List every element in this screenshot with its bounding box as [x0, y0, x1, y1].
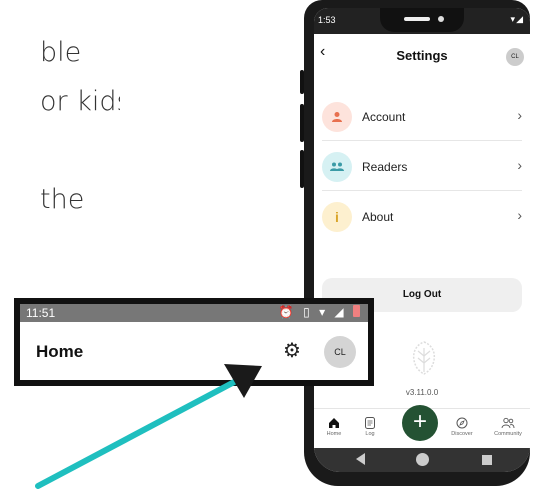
front-camera: [438, 16, 444, 22]
chevron-right-icon: ›: [517, 207, 522, 223]
phone-mockup: 1:53 ▾◢ ‹ Settings CL Account › Readers …: [296, 0, 534, 489]
callout-status-icons: ⏰ ▯ ▾ ◢: [279, 305, 360, 319]
nav-item-home[interactable]: Home: [314, 413, 354, 437]
chevron-right-icon: ›: [517, 107, 522, 123]
menu-item-account[interactable]: Account ›: [314, 94, 530, 144]
speaker: [404, 17, 430, 21]
status-icons: ▾◢: [510, 14, 524, 24]
log-icon: [350, 413, 390, 431]
menu-item-label: Account: [362, 110, 406, 124]
page-title: Settings: [396, 48, 448, 63]
battery-icon: [353, 305, 360, 317]
avatar[interactable]: CL: [506, 48, 524, 66]
add-button[interactable]: +: [402, 405, 438, 441]
home-icon: [314, 413, 354, 431]
nav-label: Home: [326, 431, 342, 437]
person-icon: [322, 102, 352, 132]
nav-label: Discover: [451, 431, 473, 437]
chevron-right-icon: ›: [517, 157, 522, 173]
divider: [322, 140, 522, 141]
back-icon[interactable]: [356, 453, 365, 465]
menu-item-label: About: [362, 210, 394, 224]
status-time: 1:53: [318, 15, 336, 25]
callout-home-title: Home: [36, 342, 84, 361]
nav-item-log[interactable]: Log: [350, 413, 390, 437]
gear-icon[interactable]: ⚙: [283, 338, 301, 363]
divider: [322, 190, 522, 191]
bottom-nav: Home Log + Discover Community: [314, 405, 530, 448]
group-icon: [322, 152, 352, 182]
leaf-logo-icon: [412, 341, 436, 375]
nav-label: Community: [494, 431, 522, 437]
callout-status-bar: 11:51 ⏰ ▯ ▾ ◢: [20, 304, 368, 322]
nav-item-discover[interactable]: Discover: [442, 413, 482, 437]
version-label: v3.11.0.0: [405, 388, 439, 397]
phone-notch: [380, 8, 464, 32]
menu-item-about[interactable]: i About ›: [314, 194, 530, 244]
phone-screen: 1:53 ▾◢ ‹ Settings CL Account › Readers …: [314, 8, 530, 472]
home-circle-icon[interactable]: [416, 453, 429, 466]
info-icon: i: [322, 202, 352, 232]
zoom-callout: 11:51 ⏰ ▯ ▾ ◢ Home ⚙ CL: [14, 298, 374, 386]
recent-apps-icon[interactable]: [482, 455, 492, 465]
nav-item-community[interactable]: Community: [488, 413, 528, 437]
compass-icon: [442, 413, 482, 431]
menu-item-label: Readers: [362, 160, 408, 174]
system-nav-bar: [314, 448, 530, 472]
slide-text: ble or kids the: [0, 0, 120, 260]
slide-line-1: ble: [40, 37, 82, 68]
callout-avatar[interactable]: CL: [324, 336, 356, 368]
callout-content: 11:51 ⏰ ▯ ▾ ◢ Home ⚙ CL: [20, 304, 368, 380]
callout-status-time: 11:51: [26, 306, 56, 320]
nav-label: Log: [365, 431, 375, 437]
slide-line-3: the: [40, 184, 85, 215]
slide-line-2: or kids: [40, 86, 120, 117]
settings-header: ‹ Settings CL: [314, 34, 530, 74]
menu-item-readers[interactable]: Readers ›: [314, 144, 530, 194]
community-icon: [488, 413, 528, 431]
